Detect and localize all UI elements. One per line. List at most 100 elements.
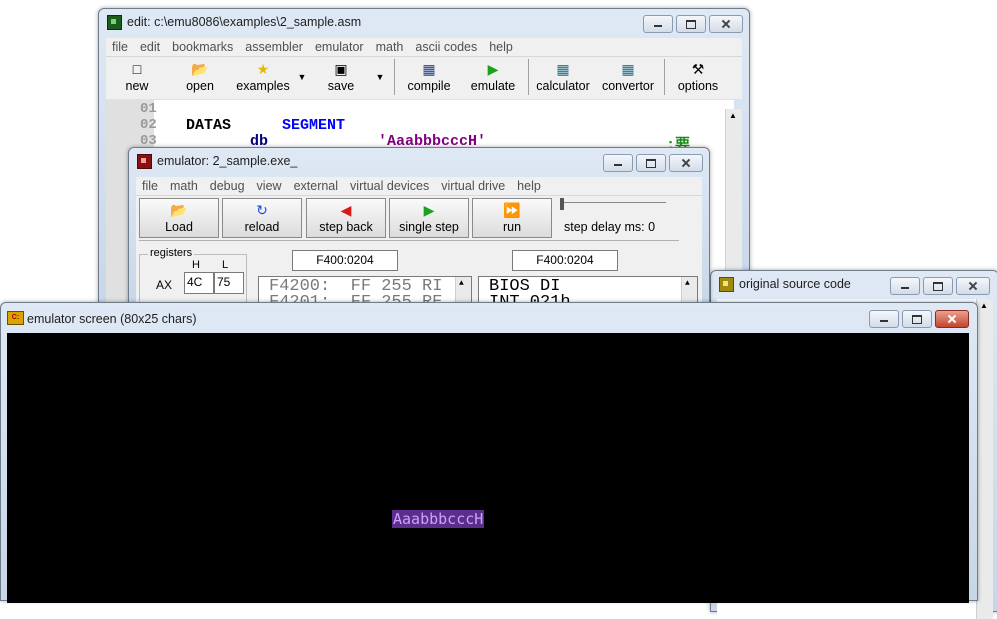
emulator-title: emulator: 2_sample.exe_	[157, 154, 298, 168]
options-button[interactable]: ⚒ options	[674, 61, 722, 93]
menu-debug[interactable]: debug	[204, 179, 251, 193]
reload-label: reload	[244, 220, 280, 234]
emulator-window[interactable]: emulator: 2_sample.exe_ file math debug …	[128, 147, 710, 318]
maximize-button[interactable]	[636, 154, 666, 172]
editor-toolbar: □ new 📂 open ★ examples ▼ ▣ save ▼ ▦ com…	[106, 57, 742, 99]
step-delay-slider[interactable]	[562, 202, 666, 213]
menu-math[interactable]: math	[370, 40, 410, 54]
close-button[interactable]	[956, 277, 990, 295]
minimize-button[interactable]	[603, 154, 633, 172]
menu-help[interactable]: help	[511, 179, 547, 193]
reload-button[interactable]: ↻ reload	[222, 198, 302, 238]
load-label: Load	[165, 220, 193, 234]
chevron-down-icon: ▼	[297, 72, 307, 82]
code-token: SEGMENT	[282, 117, 346, 134]
run-button[interactable]: ⏩ run	[472, 198, 552, 238]
scroll-up-icon[interactable]: ▲	[685, 279, 690, 288]
examples-dropdown[interactable]: ▼	[296, 69, 308, 83]
minimize-button[interactable]	[869, 310, 899, 328]
address-right-field[interactable]: F400:0204	[512, 250, 618, 271]
menu-assembler[interactable]: assembler	[239, 40, 309, 54]
save-dropdown[interactable]: ▼	[374, 69, 386, 83]
toolbar-divider	[139, 240, 679, 241]
maximize-button[interactable]	[676, 15, 706, 33]
toolbar-separator	[664, 59, 665, 95]
emulator-titlebar[interactable]: emulator: 2_sample.exe_	[129, 148, 709, 174]
load-button[interactable]: 📂 Load	[139, 198, 219, 238]
close-button[interactable]	[669, 154, 703, 172]
toolbar-separator	[528, 59, 529, 95]
slider-thumb[interactable]	[560, 198, 564, 210]
reg-h-label: H	[192, 259, 200, 271]
screen-titlebar[interactable]: C: emulator screen (80x25 chars)	[1, 303, 977, 329]
calculator-button[interactable]: ▦ calculator	[532, 61, 594, 93]
close-button[interactable]	[935, 310, 969, 328]
editor-menubar: file edit bookmarks assembler emulator m…	[106, 38, 742, 57]
reg-l-label: L	[222, 259, 229, 271]
ax-label: AX	[156, 278, 173, 292]
screen-output-text: AaabbbcccH	[392, 510, 485, 528]
screen-title: emulator screen (80x25 chars)	[27, 312, 197, 326]
convertor-button[interactable]: ▦ convertor	[598, 61, 658, 93]
examples-label: examples	[236, 79, 290, 93]
menu-view[interactable]: view	[251, 179, 288, 193]
folder-icon: 📂	[191, 61, 209, 77]
toolbar-separator	[394, 59, 395, 95]
source-scrollbar[interactable]: ▲	[976, 299, 993, 619]
editor-titlebar[interactable]: edit: c:\emu8086\examples\2_sample.asm	[99, 9, 749, 35]
maximize-button[interactable]	[923, 277, 953, 295]
ax-l-field[interactable]: 75	[214, 272, 244, 294]
dos-icon: C:	[7, 311, 24, 325]
menu-external[interactable]: external	[288, 179, 344, 193]
menu-emulator[interactable]: emulator	[309, 40, 370, 54]
run-icon: ⏩	[503, 202, 521, 218]
menu-edit[interactable]: edit	[134, 40, 166, 54]
editor-title: edit: c:\emu8086\examples\2_sample.asm	[127, 15, 362, 29]
registers-label: registers	[148, 247, 195, 259]
emulate-label: emulate	[470, 79, 516, 93]
close-button[interactable]	[709, 15, 743, 33]
menu-ascii-codes[interactable]: ascii codes	[409, 40, 483, 54]
source-title: original source code	[739, 277, 851, 291]
save-button[interactable]: ▣ save	[324, 61, 358, 93]
ax-h-field[interactable]: 4C	[184, 272, 214, 294]
step-back-label: step back	[319, 220, 373, 234]
step-forward-icon: ▶	[423, 202, 435, 218]
chevron-down-icon: ▼	[375, 72, 385, 82]
calculator-icon: ▦	[556, 61, 570, 77]
menu-virtual-devices[interactable]: virtual devices	[344, 179, 435, 193]
new-button[interactable]: □ new	[120, 61, 154, 93]
single-step-button[interactable]: ▶ single step	[389, 198, 469, 238]
compile-button[interactable]: ▦ compile	[402, 61, 456, 93]
scroll-up-icon[interactable]: ▲	[459, 279, 464, 288]
open-button[interactable]: 📂 open	[180, 61, 220, 93]
run-label: run	[502, 220, 522, 234]
folder-icon: 📂	[170, 202, 188, 218]
menu-virtual-drive[interactable]: virtual drive	[435, 179, 511, 193]
menu-file[interactable]: file	[136, 179, 164, 193]
scroll-up-icon[interactable]: ▲	[980, 301, 988, 310]
step-back-button[interactable]: ◀ step back	[306, 198, 386, 238]
minimize-button[interactable]	[643, 15, 673, 33]
menu-help[interactable]: help	[483, 40, 519, 54]
examples-button[interactable]: ★ examples	[230, 61, 296, 93]
emulator-client: 📂 Load ↻ reload ◀ step back ▶ single ste…	[136, 196, 702, 318]
emulator-menubar: file math debug view external virtual de…	[136, 177, 702, 196]
source-titlebar[interactable]: original source code	[711, 271, 997, 297]
calculator-label: calculator	[536, 79, 590, 93]
maximize-button[interactable]	[902, 310, 932, 328]
minimize-button[interactable]	[890, 277, 920, 295]
compile-icon: ▦	[422, 61, 436, 77]
tools-icon: ⚒	[691, 61, 705, 77]
play-icon: ▶	[487, 61, 499, 77]
emulate-button[interactable]: ▶ emulate	[466, 61, 520, 93]
emulator-screen[interactable]: AaabbbcccH	[7, 333, 969, 603]
screen-window[interactable]: C: emulator screen (80x25 chars) Aaabbbc…	[0, 302, 978, 603]
menu-math[interactable]: math	[164, 179, 204, 193]
line-number: 02	[140, 117, 157, 133]
menu-file[interactable]: file	[106, 40, 134, 54]
chip-icon	[137, 154, 152, 169]
address-left-field[interactable]: F400:0204	[292, 250, 398, 271]
scroll-up-icon[interactable]: ▲	[729, 111, 737, 120]
menu-bookmarks[interactable]: bookmarks	[166, 40, 239, 54]
